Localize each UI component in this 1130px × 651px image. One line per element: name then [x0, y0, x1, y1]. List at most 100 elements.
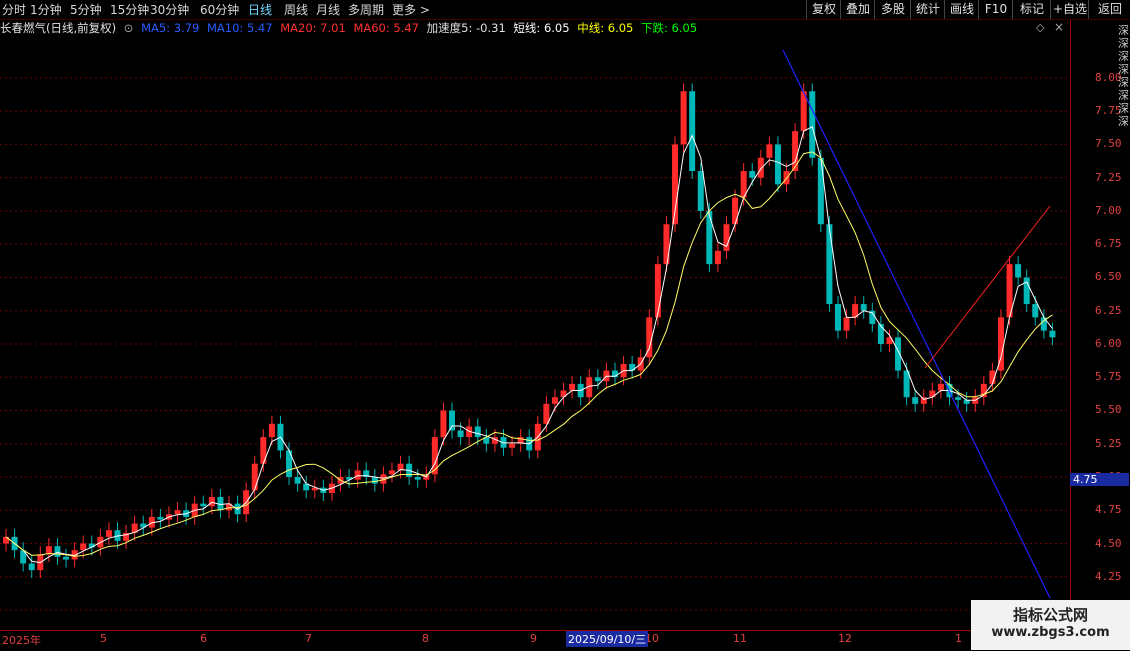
- y-tick: 4.75: [1095, 503, 1122, 517]
- date-axis: 2025年 5 6 7 8 9 10 11 12 1: [0, 630, 1070, 651]
- watermark-url: www.zbgs3.com: [991, 625, 1110, 640]
- candle-body: [174, 510, 181, 515]
- ma20-value: MA20: 7.01: [280, 21, 346, 35]
- kline-chart[interactable]: [0, 38, 1070, 630]
- x-tick: 1: [955, 632, 962, 645]
- period-tab-6[interactable]: 日线: [248, 1, 272, 18]
- candle-body: [551, 397, 558, 404]
- diamond-icon[interactable]: ◇: [1036, 21, 1044, 34]
- ma60-value: MA60: 5.47: [353, 21, 419, 35]
- candle-body: [1049, 330, 1056, 338]
- price-marker: 4.75: [1070, 473, 1129, 486]
- candle-body: [817, 157, 824, 225]
- watermark-title: 指标公式网: [1012, 606, 1088, 624]
- candle-body: [749, 171, 756, 178]
- candle-body: [449, 410, 456, 431]
- y-tick: 7.50: [1095, 137, 1122, 151]
- candle-body: [920, 397, 927, 404]
- candle-body: [732, 197, 739, 225]
- candle-body: [766, 144, 773, 158]
- candle-body: [877, 324, 884, 344]
- y-tick: 6.50: [1095, 270, 1122, 284]
- period-toolbar: 分时 1分钟 5分钟 15分钟 30分钟 60分钟 日线 周线 月线 多周期 更多 > 复权 叠加 多股统…: [0, 0, 1130, 20]
- period-tab-10[interactable]: 更多 >: [392, 1, 430, 18]
- candle-body: [1015, 264, 1022, 278]
- toolbar-button-2[interactable]: 多股: [874, 0, 911, 19]
- period-tab-2[interactable]: 5分钟: [70, 1, 102, 18]
- candle-body: [792, 131, 799, 172]
- y-tick: 6.75: [1095, 237, 1122, 251]
- close-icon[interactable]: ×: [1054, 20, 1064, 34]
- y-tick: 6.25: [1095, 303, 1122, 317]
- period-tab-3[interactable]: 15分钟: [110, 1, 149, 18]
- toolbar-button-6[interactable]: 标记: [1012, 0, 1051, 19]
- watermark: 指标公式网 www.zbgs3.com: [971, 600, 1130, 650]
- x-tick: 11: [733, 632, 747, 645]
- candle-body: [654, 264, 661, 318]
- period-tab-8[interactable]: 月线: [316, 1, 340, 18]
- x-tick: 9: [530, 632, 537, 645]
- candle-body: [457, 430, 464, 438]
- ma10-value: MA10: 5.47: [207, 21, 273, 35]
- candle-body: [929, 390, 936, 398]
- y-tick: 4.50: [1095, 536, 1122, 550]
- short-value: 短线: 6.05: [513, 21, 570, 35]
- candle-body: [860, 304, 867, 311]
- down-value: 下跌: 6.05: [641, 21, 698, 35]
- candle-body: [440, 410, 447, 438]
- candle-body: [80, 543, 87, 551]
- candle-body: [208, 496, 215, 507]
- accel-value: 加速度5: -0.31: [426, 21, 506, 35]
- x-tick: 2025年: [2, 634, 41, 647]
- candle-body: [474, 426, 481, 438]
- y-tick: 7.25: [1095, 170, 1122, 184]
- period-tab-7[interactable]: 周线: [284, 1, 308, 18]
- candle-body: [706, 210, 713, 265]
- candle-body: [757, 157, 764, 178]
- toolbar-button-0[interactable]: 复权: [806, 0, 841, 19]
- candle-body: [54, 546, 61, 557]
- candle-body: [28, 563, 35, 571]
- y-tick: 5.50: [1095, 403, 1122, 417]
- y-tick: 7.00: [1095, 203, 1122, 217]
- candle-body: [63, 556, 70, 560]
- ma5-value: MA5: 3.79: [141, 21, 200, 35]
- period-tab-0[interactable]: 分时: [2, 1, 26, 18]
- candle-body: [200, 503, 207, 507]
- candle-body: [251, 463, 258, 491]
- candle-body: [826, 224, 833, 305]
- toolbar-button-3[interactable]: 统计: [910, 0, 945, 19]
- side-text: 深深深深深深深深: [1118, 24, 1129, 128]
- candle-body: [955, 397, 962, 400]
- x-tick: 8: [422, 632, 429, 645]
- x-tick: 5: [100, 632, 107, 645]
- x-tick: 12: [838, 632, 852, 645]
- candle-body: [689, 91, 696, 172]
- period-tab-5[interactable]: 60分钟: [200, 1, 239, 18]
- period-tab-4[interactable]: 30分钟: [150, 1, 189, 18]
- candle-body: [431, 437, 438, 475]
- toolbar-button-5[interactable]: F10: [978, 0, 1013, 19]
- mid-value: 中线: 6.05: [577, 21, 634, 35]
- candle-body: [354, 470, 361, 480]
- toolbar-button-7[interactable]: +自选: [1050, 0, 1089, 19]
- period-tab-1[interactable]: 1分钟: [30, 1, 62, 18]
- candle-body: [3, 536, 9, 544]
- y-tick: 5.25: [1095, 436, 1122, 450]
- settings-icon[interactable]: ⊙: [124, 21, 134, 35]
- stock-title[interactable]: 长春燃气(日线,前复权): [0, 21, 116, 35]
- candle-body: [371, 477, 378, 484]
- candle-body: [937, 383, 944, 391]
- y-tick: 6.00: [1095, 336, 1122, 350]
- candle-body: [268, 423, 275, 438]
- candle-body: [834, 304, 841, 331]
- candle-body: [714, 250, 721, 265]
- candle-body: [774, 144, 781, 185]
- candle-body: [509, 443, 516, 448]
- candle-body: [697, 171, 704, 211]
- toolbar-button-1[interactable]: 叠加: [840, 0, 875, 19]
- period-tab-9[interactable]: 多周期: [348, 1, 384, 18]
- toolbar-button-8[interactable]: 返回: [1088, 0, 1130, 19]
- cursor-date: 2025/09/10/三: [566, 631, 649, 647]
- toolbar-button-4[interactable]: 画线: [944, 0, 979, 19]
